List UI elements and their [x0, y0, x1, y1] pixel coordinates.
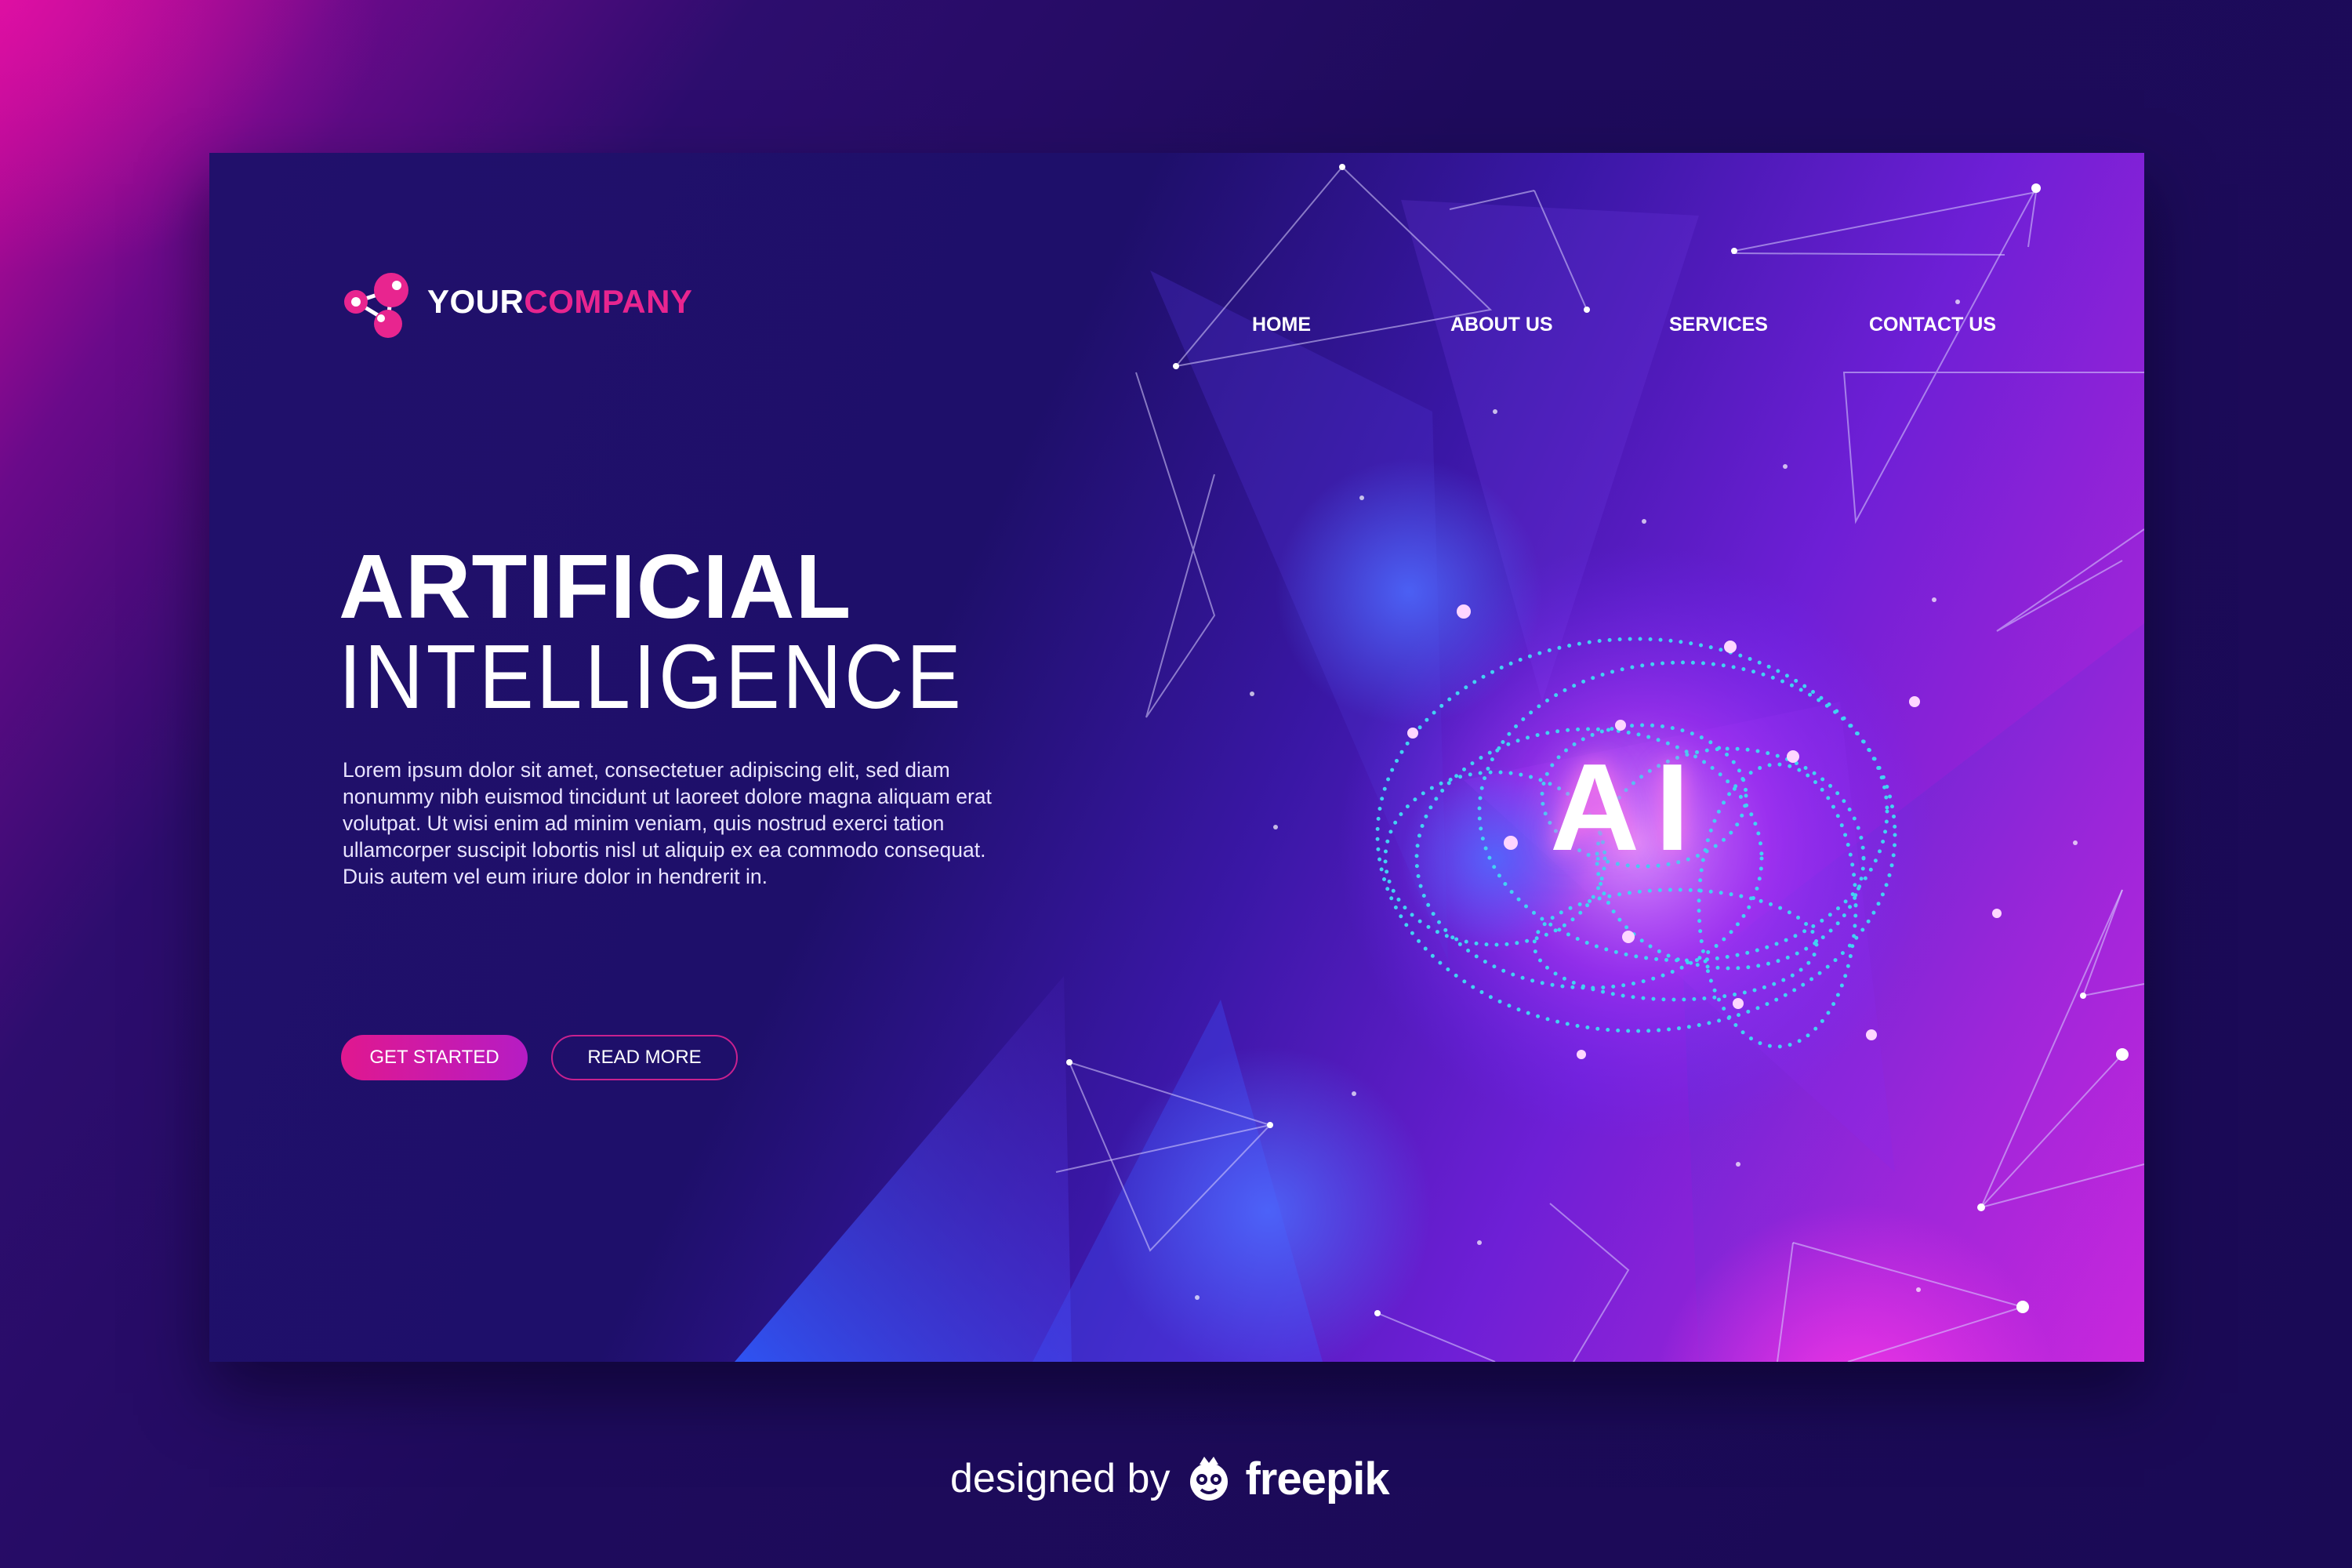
network-node [1977, 1203, 1985, 1211]
star-dot [1736, 1162, 1740, 1167]
nav-item-about-us[interactable]: ABOUT US [1450, 314, 1553, 336]
network-node [1066, 1059, 1073, 1065]
main-nav: HOME ABOUT US SERVICES CONTACT US [1252, 314, 2144, 345]
network-line [1996, 528, 2144, 632]
network-node [2031, 183, 2041, 193]
network-line [1135, 372, 1216, 718]
network-line [1792, 1242, 2026, 1362]
network-line [1534, 190, 1588, 310]
network-node [1374, 1310, 1381, 1316]
star-dot [1642, 519, 1646, 524]
star-dot [1493, 409, 1497, 414]
network-node [2116, 1048, 2129, 1061]
network-node [2016, 1301, 2029, 1313]
network-line [1733, 191, 2038, 252]
star-dot [2073, 840, 2078, 845]
network-node [1173, 363, 1179, 369]
molecule-icon [344, 273, 408, 338]
network-line [1978, 1054, 2144, 1209]
network-line [1069, 1062, 1272, 1252]
facet-shape [1033, 1000, 1323, 1362]
sparkle [1615, 720, 1626, 731]
sparkle [1733, 998, 1744, 1009]
hero-title-line2: INTELLIGENCE [339, 631, 1033, 722]
star-dot [1195, 1295, 1200, 1300]
company-name-part1: YOUR [427, 283, 524, 320]
glow [1103, 1047, 1432, 1362]
freepik-logo-icon [1190, 1457, 1229, 1501]
brain-ring [1697, 762, 1858, 1049]
sparkle [1992, 909, 2002, 918]
sparkle [1724, 641, 1737, 653]
sparkle [1504, 836, 1518, 850]
network-line [1055, 1124, 1271, 1173]
brain-ring [1532, 887, 1819, 1002]
hero-title-line2-text: INTELLIGENCE [339, 626, 964, 728]
facet-shape [735, 976, 1072, 1362]
network-line [1549, 1203, 1630, 1362]
sparkle [1457, 604, 1471, 619]
star-dot [1932, 597, 1936, 602]
star-dot [1955, 299, 1960, 304]
network-line [1732, 252, 2005, 256]
freepik-brand-text: freepik [1245, 1453, 1389, 1504]
designed-by-text: designed by [950, 1456, 1171, 1501]
facet-shape [1683, 623, 2144, 1362]
company-name: YOURCOMPANY [427, 283, 692, 321]
star-dot [1916, 1287, 1921, 1292]
glow [1657, 1203, 2055, 1362]
star-dot [1250, 691, 1254, 696]
network-node [1339, 164, 1345, 170]
sparkle [1407, 728, 1418, 739]
footer-credit: designed by freepik [950, 1447, 1390, 1510]
network-node [1267, 1122, 1273, 1128]
network-line [1842, 187, 2144, 524]
network-line [2082, 889, 2144, 997]
read-more-button[interactable]: READ MORE [551, 1035, 738, 1080]
facet-shape [1401, 200, 1699, 702]
company-logo[interactable]: YOURCOMPANY [335, 259, 692, 345]
nav-item-home[interactable]: HOME [1252, 314, 1311, 336]
hero-body-text: Lorem ipsum dolor sit amet, consectetuer… [343, 758, 992, 888]
network-line [1777, 1242, 1794, 1362]
glow [1276, 459, 1542, 725]
hero-title-line1: ARTIFICIAL [339, 535, 852, 637]
sparkle [1787, 750, 1799, 763]
get-started-button[interactable]: GET STARTED [341, 1035, 528, 1080]
network-line [1377, 1312, 1496, 1362]
star-dot [1359, 495, 1364, 500]
nav-item-services[interactable]: SERVICES [1669, 314, 1768, 336]
nav-item-contact-us[interactable]: CONTACT US [1869, 314, 1996, 336]
sparkle [1622, 931, 1635, 943]
star-dot [1477, 1240, 1482, 1245]
star-dot [1352, 1091, 1356, 1096]
facet-shape [1150, 270, 1448, 960]
network-node [1731, 248, 1737, 254]
star-dot [1273, 825, 1278, 829]
ai-illustration-label: AI [1550, 739, 1705, 877]
network-node [1584, 307, 1590, 313]
network-line [1449, 190, 1535, 210]
network-line [1980, 889, 2123, 1208]
star-dot [1783, 464, 1788, 469]
sparkle [1866, 1029, 1877, 1040]
landing-page-card: YOURCOMPANY HOME ABOUT US SERVICES CONTA… [209, 153, 2144, 1362]
sparkle [1909, 696, 1920, 707]
company-name-part2: COMPANY [524, 283, 693, 320]
sparkle [1577, 1050, 1586, 1059]
network-node [2080, 993, 2086, 999]
